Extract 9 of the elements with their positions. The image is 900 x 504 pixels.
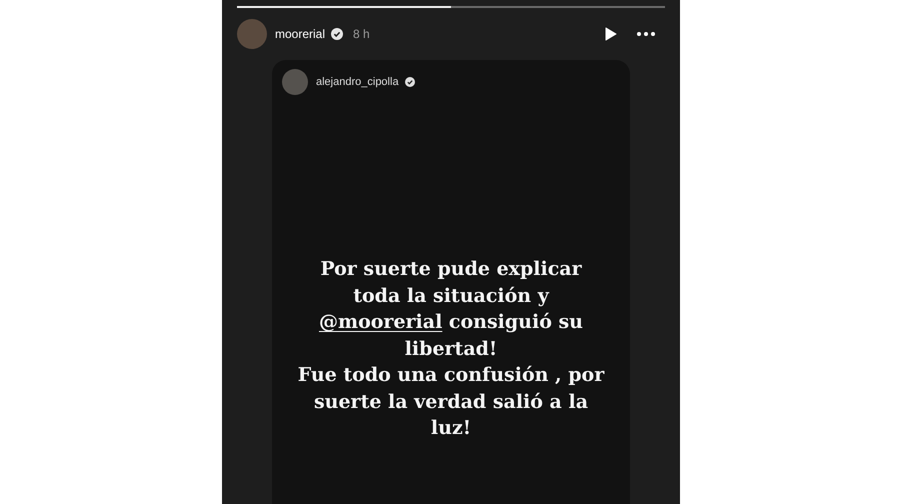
- avatar[interactable]: [282, 69, 308, 95]
- username[interactable]: alejandro_cipolla: [316, 76, 399, 88]
- story-text: Por suerte pude explicar toda la situación y @moorerial consiguió su libertad! Fue todo una confusión , por suerte la verdad salió a la luz!: [298, 257, 604, 441]
- mention-link[interactable]: @moorerial: [318, 311, 442, 333]
- shared-post-card[interactable]: alejandro_cipolla Por suerte pude explicar toda la situación y @moorerial consiguió su libertad! Fue todo una confusión , por suerte la verdad salió a la luz!: [272, 60, 630, 504]
- username[interactable]: moorerial: [275, 27, 326, 41]
- more-icon[interactable]: [637, 32, 655, 36]
- post-time: 8 h: [353, 27, 370, 41]
- play-icon[interactable]: [605, 27, 617, 41]
